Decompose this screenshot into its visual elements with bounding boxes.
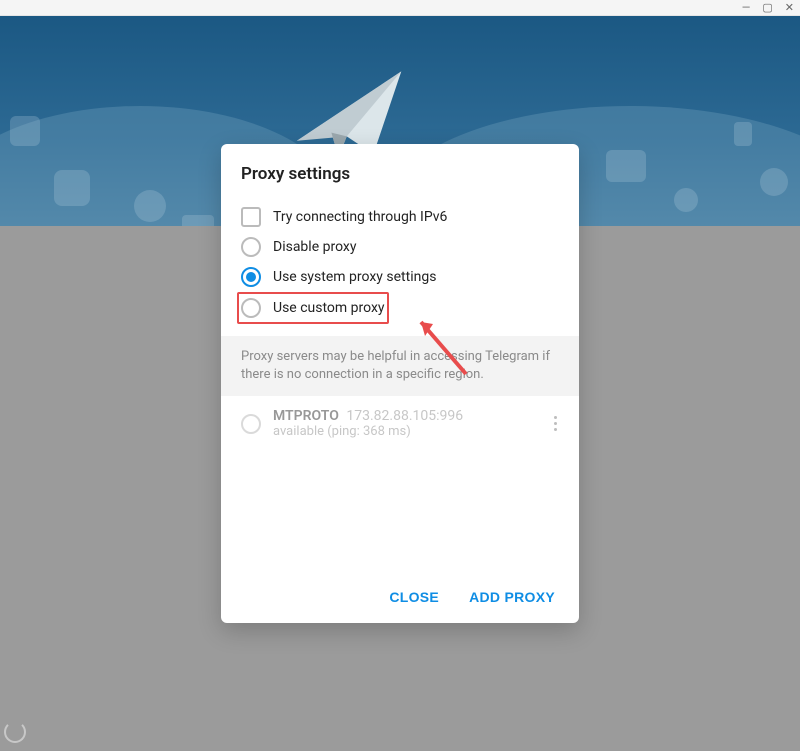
radio-icon bbox=[241, 414, 261, 434]
disable-proxy-label: Disable proxy bbox=[273, 239, 356, 255]
checkbox-icon bbox=[241, 207, 261, 227]
bg-icon bbox=[180, 211, 216, 226]
dialog-footer: CLOSE ADD PROXY bbox=[221, 573, 579, 623]
radio-icon bbox=[241, 237, 261, 257]
annotation-highlight: Use custom proxy bbox=[237, 292, 389, 324]
maximize-button[interactable]: ▢ bbox=[762, 1, 772, 14]
radio-icon bbox=[241, 298, 261, 318]
ipv6-label: Try connecting through IPv6 bbox=[273, 209, 447, 225]
proxy-protocol: MTPROTO bbox=[273, 408, 339, 424]
titlebar: — ▢ ✕ bbox=[0, 0, 800, 16]
bg-icon bbox=[50, 166, 94, 210]
spacer bbox=[221, 451, 579, 573]
system-proxy-label: Use system proxy settings bbox=[273, 269, 436, 285]
radio-icon bbox=[241, 267, 261, 287]
dialog-header: Proxy settings bbox=[221, 144, 579, 198]
system-proxy-radio-row[interactable]: Use system proxy settings bbox=[241, 262, 559, 292]
minimize-button[interactable]: — bbox=[742, 1, 751, 14]
close-button[interactable]: CLOSE bbox=[389, 589, 439, 605]
bg-icon bbox=[602, 146, 650, 186]
proxy-text: MTPROTO 173.82.88.105:996 available (pin… bbox=[273, 408, 540, 439]
bg-icon bbox=[728, 116, 758, 152]
bg-icon bbox=[758, 166, 790, 198]
bg-icon bbox=[0, 106, 50, 166]
custom-proxy-radio-row[interactable]: Use custom proxy bbox=[241, 298, 385, 318]
ipv6-checkbox-row[interactable]: Try connecting through IPv6 bbox=[241, 202, 559, 232]
disable-proxy-radio-row[interactable]: Disable proxy bbox=[241, 232, 559, 262]
custom-proxy-label: Use custom proxy bbox=[273, 300, 385, 316]
proxy-item[interactable]: MTPROTO 173.82.88.105:996 available (pin… bbox=[241, 408, 559, 439]
info-text: Proxy servers may be helpful in accessin… bbox=[221, 336, 579, 396]
proxy-status: available (ping: 368 ms) bbox=[273, 424, 540, 439]
bg-icon bbox=[130, 186, 170, 226]
proxy-settings-dialog: Proxy settings Try connecting through IP… bbox=[221, 144, 579, 623]
close-window-button[interactable]: ✕ bbox=[785, 1, 794, 14]
dialog-title: Proxy settings bbox=[241, 164, 559, 184]
loading-spinner-icon bbox=[4, 721, 26, 743]
bg-icon bbox=[672, 186, 700, 214]
options-group: Try connecting through IPv6 Disable prox… bbox=[221, 198, 579, 336]
kebab-menu-icon[interactable] bbox=[552, 414, 559, 433]
proxy-list: MTPROTO 173.82.88.105:996 available (pin… bbox=[221, 396, 579, 451]
add-proxy-button[interactable]: ADD PROXY bbox=[469, 589, 555, 605]
proxy-address: 173.82.88.105:996 bbox=[346, 408, 463, 424]
